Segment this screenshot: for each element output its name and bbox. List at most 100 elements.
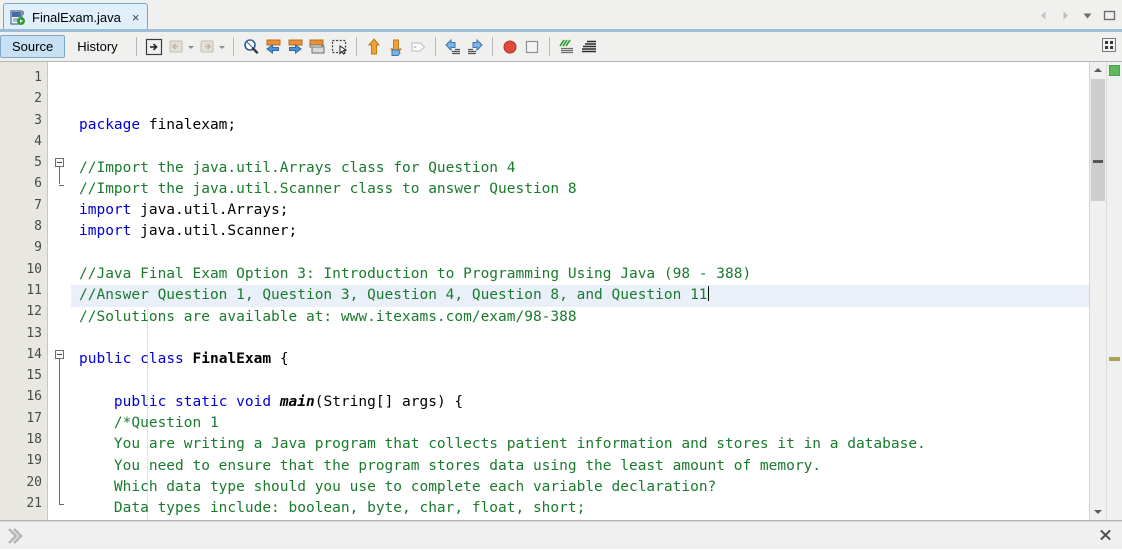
document-tab-finalexam[interactable]: FinalExam.java × — [3, 3, 148, 31]
tab-source[interactable]: Source — [0, 35, 65, 58]
nav-back-icon[interactable] — [1037, 9, 1050, 22]
line-number: 2 — [0, 88, 47, 109]
toolbar-separator — [356, 37, 357, 56]
code-line[interactable]: import java.util.Arrays; — [71, 200, 1089, 221]
scroll-up-icon[interactable] — [1090, 62, 1106, 78]
line-number: 7 — [0, 195, 47, 216]
start-macro-icon[interactable] — [407, 36, 429, 58]
line-number: 21 — [0, 493, 47, 514]
back-dropdown-icon[interactable] — [187, 36, 196, 58]
toolbar-separator — [492, 37, 493, 56]
toolbar-separator — [136, 37, 137, 56]
toggle-rect-select-icon[interactable] — [328, 36, 350, 58]
document-tab-label: FinalExam.java — [32, 10, 121, 25]
fold-range-line — [59, 359, 60, 504]
line-number: 18 — [0, 429, 47, 450]
line-number-gutter: 123456789101112131415161718192021 — [0, 62, 48, 520]
line-number: 4 — [0, 131, 47, 152]
code-line[interactable] — [71, 371, 1089, 392]
line-number: 3 — [0, 110, 47, 131]
toggle-bookmark-icon[interactable] — [521, 36, 543, 58]
last-edit-icon[interactable] — [143, 36, 165, 58]
code-line[interactable]: public class FinalExam { — [71, 349, 1089, 370]
scroll-caret-mark — [1093, 160, 1103, 163]
tab-source-label: Source — [12, 39, 53, 54]
code-line[interactable]: //Import the java.util.Scanner class to … — [71, 179, 1089, 200]
previous-bookmark-icon[interactable] — [578, 36, 600, 58]
shift-line-down-icon[interactable] — [385, 36, 407, 58]
toggle-rectangular-selection-icon[interactable] — [1101, 37, 1117, 53]
fold-range-end — [59, 504, 64, 505]
code-line[interactable]: Data types include: boolean, byte, char,… — [71, 498, 1089, 519]
toolbar-separator — [435, 37, 436, 56]
line-number: 16 — [0, 386, 47, 407]
tab-history[interactable]: History — [65, 35, 129, 58]
status-bar — [0, 521, 1122, 549]
line-number: 20 — [0, 472, 47, 493]
line-number: 6 — [0, 173, 47, 194]
java-file-icon — [10, 10, 27, 26]
editor-vertical-scrollbar[interactable] — [1089, 62, 1106, 520]
code-line[interactable] — [71, 136, 1089, 157]
error-annotation-stripe[interactable] — [1106, 62, 1122, 520]
forward-dropdown-icon[interactable] — [218, 36, 227, 58]
view-tabs: Source History — [0, 32, 130, 61]
shift-line-left-icon[interactable] — [442, 36, 464, 58]
scroll-thumb[interactable] — [1091, 79, 1105, 201]
find-previous-icon[interactable] — [262, 36, 284, 58]
code-line[interactable]: You are writing a Java program that coll… — [71, 434, 1089, 455]
tab-history-label: History — [77, 39, 117, 54]
fold-range-line — [59, 167, 60, 184]
line-number: 14 — [0, 344, 47, 365]
code-line[interactable]: You need to ensure that the program stor… — [71, 456, 1089, 477]
fold-toggle-icon[interactable] — [55, 350, 64, 359]
line-number: 5 — [0, 152, 47, 173]
code-folding-column[interactable] — [48, 62, 71, 520]
code-line[interactable] — [71, 328, 1089, 349]
shift-line-right-icon[interactable] — [464, 36, 486, 58]
code-line[interactable]: public static void main(String[] args) { — [71, 392, 1089, 413]
code-line[interactable]: //Import the java.util.Arrays class for … — [71, 158, 1089, 179]
document-tab-close-icon[interactable]: × — [130, 11, 142, 24]
fold-range-end — [59, 185, 64, 186]
toggle-breakpoint-icon[interactable] — [499, 36, 521, 58]
editor-toolbar: Source History — [0, 32, 1122, 62]
maximize-icon[interactable] — [1103, 9, 1116, 22]
scroll-down-icon[interactable] — [1090, 504, 1106, 520]
netbeans-editor-window: FinalExam.java × Source Histo — [0, 0, 1122, 549]
forward-icon[interactable] — [196, 36, 218, 58]
line-number: 17 — [0, 408, 47, 429]
code-line[interactable]: import java.util.Scanner; — [71, 221, 1089, 242]
find-selection-icon[interactable] — [240, 36, 262, 58]
tab-list-dropdown-icon[interactable] — [1081, 9, 1094, 22]
shift-line-up-icon[interactable] — [363, 36, 385, 58]
line-number: 1 — [0, 67, 47, 88]
toggle-highlight-icon[interactable] — [306, 36, 328, 58]
window-controls — [1037, 0, 1116, 31]
line-number: 11 — [0, 280, 47, 301]
line-number: 10 — [0, 259, 47, 280]
code-line[interactable] — [71, 243, 1089, 264]
fold-toggle-icon[interactable] — [55, 158, 64, 167]
back-icon[interactable] — [165, 36, 187, 58]
toolbar-separator — [233, 37, 234, 56]
document-tab-bar: FinalExam.java × — [0, 0, 1122, 32]
tab-bar-underline — [0, 29, 1122, 31]
nav-forward-icon[interactable] — [1059, 9, 1072, 22]
code-line[interactable]: //Java Final Exam Option 3: Introduction… — [71, 264, 1089, 285]
next-bookmark-icon[interactable] — [556, 36, 578, 58]
toolbar-separator — [549, 37, 550, 56]
code-line[interactable]: /*Question 1 — [71, 413, 1089, 434]
code-line[interactable]: //Solutions are available at: www.itexam… — [71, 307, 1089, 328]
code-line[interactable]: package finalexam; — [71, 115, 1089, 136]
line-number: 19 — [0, 450, 47, 471]
status-badge[interactable] — [1109, 65, 1120, 76]
expand-chevrons-icon[interactable] — [5, 525, 27, 547]
code-text-area[interactable]: package finalexam; //Import the java.uti… — [71, 62, 1089, 520]
line-number: 8 — [0, 216, 47, 237]
close-icon[interactable] — [1099, 528, 1112, 541]
code-line[interactable]: Which data type should you use to comple… — [71, 477, 1089, 498]
find-next-icon[interactable] — [284, 36, 306, 58]
warning-mark[interactable] — [1109, 357, 1120, 361]
code-line[interactable]: //Answer Question 1, Question 3, Questio… — [71, 285, 1089, 306]
